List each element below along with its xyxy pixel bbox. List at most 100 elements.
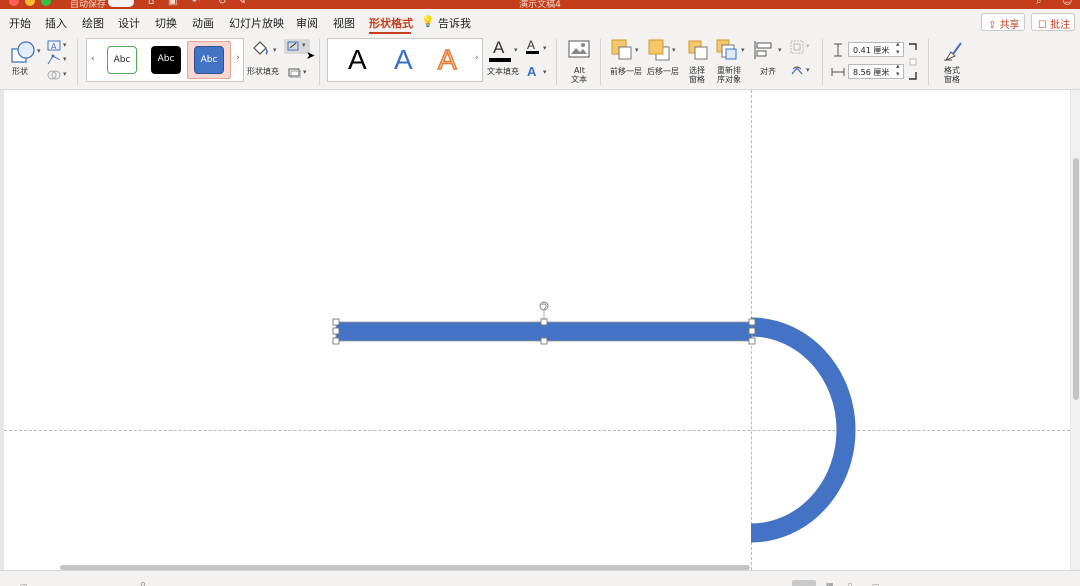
text-fill-button[interactable]: A (489, 38, 511, 64)
tab-review[interactable]: 审阅 (296, 15, 318, 31)
format-pane-label-line1: 格式 (944, 66, 960, 75)
group-icon[interactable] (790, 40, 804, 54)
text-outline-button[interactable]: A (526, 38, 540, 55)
alt-text-image-icon[interactable] (568, 40, 590, 58)
tab-insert[interactable]: 插入 (45, 15, 67, 31)
edit-shape-icon[interactable] (47, 54, 61, 65)
text-effects-icon[interactable]: A (527, 64, 536, 79)
tab-home[interactable]: 开始 (9, 15, 31, 31)
resize-handle-right[interactable] (748, 327, 756, 335)
ribbon-shape-format: ▾ 形状 A ▾ ▾ ▾ ‹ Abc Abc Abc › ▾ 形状填充 ▾ ➤ (0, 35, 1080, 90)
accessibility-icon[interactable]: ⚲ (140, 581, 146, 586)
chevron-down-icon[interactable]: ▾ (543, 44, 547, 52)
vertical-scrollbar[interactable] (1071, 90, 1080, 570)
chevron-down-icon[interactable]: ▾ (635, 46, 639, 54)
lock-aspect-ratio-icon[interactable] (908, 42, 918, 82)
account-icon[interactable]: ☺ (1062, 0, 1072, 7)
bring-forward-icon[interactable] (611, 39, 633, 61)
chevron-down-icon[interactable]: ▾ (672, 46, 676, 54)
wordart-orange-outline[interactable]: A (437, 43, 457, 76)
chevron-down-icon[interactable]: ▾ (778, 46, 782, 54)
tab-animations[interactable]: 动画 (192, 15, 214, 31)
text-box-icon[interactable]: A (47, 40, 61, 51)
tab-shape-format[interactable]: 形状格式 (369, 15, 413, 31)
separator (556, 39, 557, 85)
share-button[interactable]: ⇪ 共享 (981, 13, 1025, 31)
stepper-up-icon[interactable]: ▴ (896, 62, 900, 70)
search-icon[interactable]: ⌕ (1036, 0, 1042, 7)
semicircle-arc-shape[interactable] (750, 317, 856, 543)
chevron-right-icon[interactable]: › (236, 53, 240, 63)
chevron-left-icon[interactable]: ‹ (91, 54, 95, 64)
comments-button[interactable]: ☐ 批注 (1031, 13, 1075, 31)
resize-handle-top-right[interactable] (748, 318, 756, 326)
reorder-icon[interactable] (716, 39, 738, 61)
shapes-icon[interactable] (10, 39, 36, 65)
send-backward-icon[interactable] (648, 39, 670, 61)
wordart-styles-gallery: A A A (327, 38, 483, 82)
resize-handle-bottom-left[interactable] (332, 337, 340, 345)
chevron-down-icon[interactable]: ▾ (806, 66, 810, 74)
style-fill-black[interactable]: Abc (151, 46, 181, 74)
slideshow-view-icon[interactable]: ▭ (872, 581, 880, 586)
status-bar: ▭ ⚲ ▦ ▯ ▭ (0, 570, 1080, 586)
tab-slideshow[interactable]: 幻灯片放映 (229, 15, 284, 31)
separator (319, 39, 320, 85)
tab-draw[interactable]: 绘图 (82, 15, 104, 31)
shape-styles-gallery: ‹ Abc Abc Abc (86, 38, 244, 82)
chevron-down-icon[interactable]: ▾ (741, 46, 745, 54)
text-outline-icon: A (527, 38, 536, 52)
chevron-down-icon[interactable]: ▾ (514, 46, 518, 54)
style-outline-green[interactable]: Abc (107, 46, 137, 74)
reading-view-icon[interactable]: ▯ (848, 581, 852, 586)
merge-shapes-icon[interactable] (47, 69, 61, 80)
rotate-icon[interactable] (790, 65, 804, 77)
tab-view[interactable]: 视图 (333, 15, 355, 31)
slide-sorter-view-icon[interactable]: ▦ (826, 581, 834, 586)
tab-design[interactable]: 设计 (118, 15, 140, 31)
text-fill-color-bar (489, 58, 511, 62)
format-pane-icon[interactable] (942, 40, 964, 62)
align-icon[interactable] (753, 40, 775, 60)
vertical-scrollbar-thumb[interactable] (1073, 158, 1079, 400)
outline-pen-icon (287, 41, 299, 51)
chevron-down-icon[interactable]: ▾ (63, 70, 67, 78)
separator (928, 39, 929, 85)
wordart-black[interactable]: A (348, 44, 367, 76)
paint-bucket-icon[interactable] (250, 38, 270, 58)
stepper-up-icon[interactable]: ▴ (896, 40, 900, 48)
resize-handle-left[interactable] (332, 327, 340, 335)
tab-transitions[interactable]: 切换 (155, 15, 177, 31)
resize-handle-bottom-right[interactable] (748, 337, 756, 345)
chevron-right-icon[interactable]: › (475, 53, 479, 63)
chevron-down-icon[interactable]: ▾ (273, 46, 277, 54)
chevron-down-icon[interactable]: ▾ (806, 42, 810, 50)
chevron-down-icon[interactable]: ▾ (303, 68, 307, 76)
comment-icon: ☐ (1038, 20, 1051, 31)
normal-view-button[interactable] (792, 580, 816, 586)
slide-editing-area (0, 90, 1080, 570)
chevron-down-icon[interactable]: ▾ (63, 55, 67, 63)
chevron-down-icon[interactable]: ▾ (63, 41, 67, 49)
tell-me-search[interactable]: 告诉我 (438, 15, 471, 31)
wordart-blue[interactable]: A (394, 44, 413, 76)
send-backward-label: 后移一层 (647, 67, 679, 76)
shape-height-value: 0.41 厘米 (853, 46, 890, 55)
chevron-down-icon[interactable]: ▾ (37, 47, 41, 55)
style-fill-blue[interactable]: Abc (194, 46, 224, 74)
height-icon (834, 43, 842, 57)
resize-handle-bottom[interactable] (540, 337, 548, 345)
resize-handle-top[interactable] (540, 318, 548, 326)
chevron-down-icon: ▾ (302, 41, 306, 49)
effects-icon[interactable] (287, 68, 301, 78)
rotate-handle-icon[interactable] (539, 301, 549, 311)
selection-pane-label-line2: 窗格 (689, 75, 705, 84)
chevron-down-icon[interactable]: ▾ (543, 68, 547, 76)
resize-handle-top-left[interactable] (332, 318, 340, 326)
stepper-down-icon[interactable]: ▾ (896, 70, 900, 78)
stepper-down-icon[interactable]: ▾ (896, 48, 900, 56)
shape-width-value: 8.56 厘米 (853, 68, 890, 77)
share-label: 共享 (999, 20, 1020, 31)
selection-pane-icon[interactable] (687, 39, 709, 61)
align-label: 对齐 (760, 67, 776, 76)
